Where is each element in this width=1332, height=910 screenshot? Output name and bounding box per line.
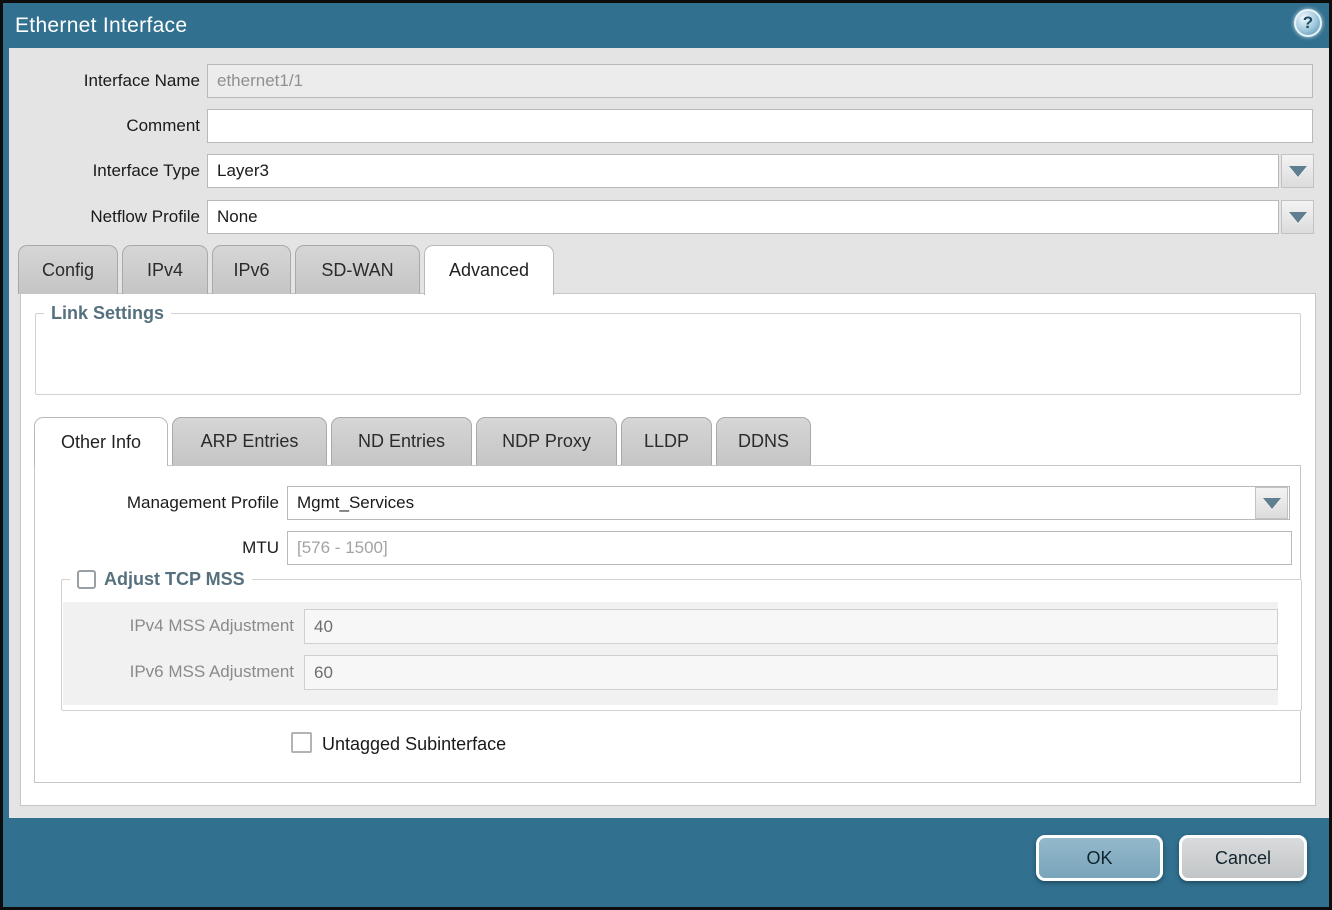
tab-advanced[interactable]: Advanced [424, 245, 554, 295]
link-settings-title: Link Settings [51, 303, 164, 324]
tab-label: IPv4 [147, 260, 183, 281]
ipv4-mss-input [304, 609, 1278, 644]
management-profile-label: Management Profile [61, 493, 279, 513]
subtab-label: DDNS [738, 431, 789, 452]
subtab-label: ND Entries [358, 431, 445, 452]
management-profile-dropdown-button[interactable] [1255, 487, 1288, 519]
subtab-other-info[interactable]: Other Info [34, 417, 168, 466]
mtu-label: MTU [61, 538, 279, 558]
chevron-down-icon [1289, 166, 1307, 177]
link-settings-legend: Link Settings [44, 303, 171, 324]
interface-type-value: Layer3 [208, 161, 1278, 181]
ethernet-interface-dialog: Ethernet Interface ? Interface Name Comm… [0, 0, 1332, 910]
cancel-button[interactable]: Cancel [1179, 835, 1307, 881]
tab-label: IPv6 [233, 260, 269, 281]
netflow-profile-select[interactable]: None [207, 200, 1279, 234]
dialog-title: Ethernet Interface [3, 14, 187, 38]
interface-type-label: Interface Type [3, 161, 200, 181]
subtab-arp-entries[interactable]: ARP Entries [172, 417, 327, 465]
interface-type-dropdown-button[interactable] [1281, 154, 1314, 188]
subtab-nd-entries[interactable]: ND Entries [331, 417, 472, 465]
mtu-input[interactable] [287, 531, 1292, 565]
adjust-tcp-mss-group: Adjust TCP MSS IPv4 MSS Adjustment IPv6 … [61, 569, 1302, 711]
ipv4-mss-label: IPv4 MSS Adjustment [83, 616, 294, 636]
untagged-subinterface-checkbox[interactable] [291, 732, 312, 753]
comment-input[interactable] [207, 109, 1313, 143]
netflow-profile-label: Netflow Profile [3, 207, 200, 227]
chevron-down-icon [1263, 498, 1281, 509]
chevron-down-icon [1289, 212, 1307, 223]
subtab-label: NDP Proxy [502, 431, 591, 452]
management-profile-value: Mgmt_Services [288, 493, 1255, 513]
netflow-profile-value: None [208, 207, 1278, 227]
adjust-tcp-mss-title: Adjust TCP MSS [104, 569, 245, 590]
titlebar: Ethernet Interface [3, 3, 1329, 48]
link-settings-group: Link Settings [35, 303, 1301, 395]
adjust-tcp-mss-legend: Adjust TCP MSS [70, 569, 252, 590]
tab-config[interactable]: Config [18, 245, 118, 294]
tab-sdwan[interactable]: SD-WAN [295, 245, 420, 294]
subtab-label: Other Info [61, 432, 141, 453]
interface-name-input [207, 64, 1313, 98]
help-glyph: ? [1303, 13, 1313, 33]
interface-name-label: Interface Name [3, 71, 200, 91]
mss-disabled-block: IPv4 MSS Adjustment IPv6 MSS Adjustment [63, 602, 1278, 705]
subtab-label: LLDP [644, 431, 689, 452]
tab-ipv6[interactable]: IPv6 [212, 245, 291, 294]
subtab-ndp-proxy[interactable]: NDP Proxy [476, 417, 617, 465]
other-info-panel: Management Profile Mgmt_Services MTU Adj… [34, 465, 1301, 783]
subtab-ddns[interactable]: DDNS [716, 417, 811, 465]
adjust-tcp-mss-checkbox[interactable] [77, 570, 96, 589]
tab-ipv4[interactable]: IPv4 [122, 245, 208, 294]
interface-type-select[interactable]: Layer3 [207, 154, 1279, 188]
help-icon[interactable]: ? [1294, 9, 1322, 37]
ipv6-mss-input [304, 655, 1278, 690]
netflow-profile-dropdown-button[interactable] [1281, 200, 1314, 234]
tab-label: Config [42, 260, 94, 281]
subtab-lldp[interactable]: LLDP [621, 417, 712, 465]
management-profile-select[interactable]: Mgmt_Services [287, 486, 1290, 520]
untagged-subinterface-label: Untagged Subinterface [322, 734, 506, 755]
comment-label: Comment [3, 116, 200, 136]
tab-label: Advanced [449, 260, 529, 281]
ipv6-mss-label: IPv6 MSS Adjustment [83, 662, 294, 682]
subtab-label: ARP Entries [201, 431, 299, 452]
tab-label: SD-WAN [321, 260, 393, 281]
ok-button[interactable]: OK [1036, 835, 1163, 881]
dialog-footer: OK Cancel [3, 818, 1329, 907]
